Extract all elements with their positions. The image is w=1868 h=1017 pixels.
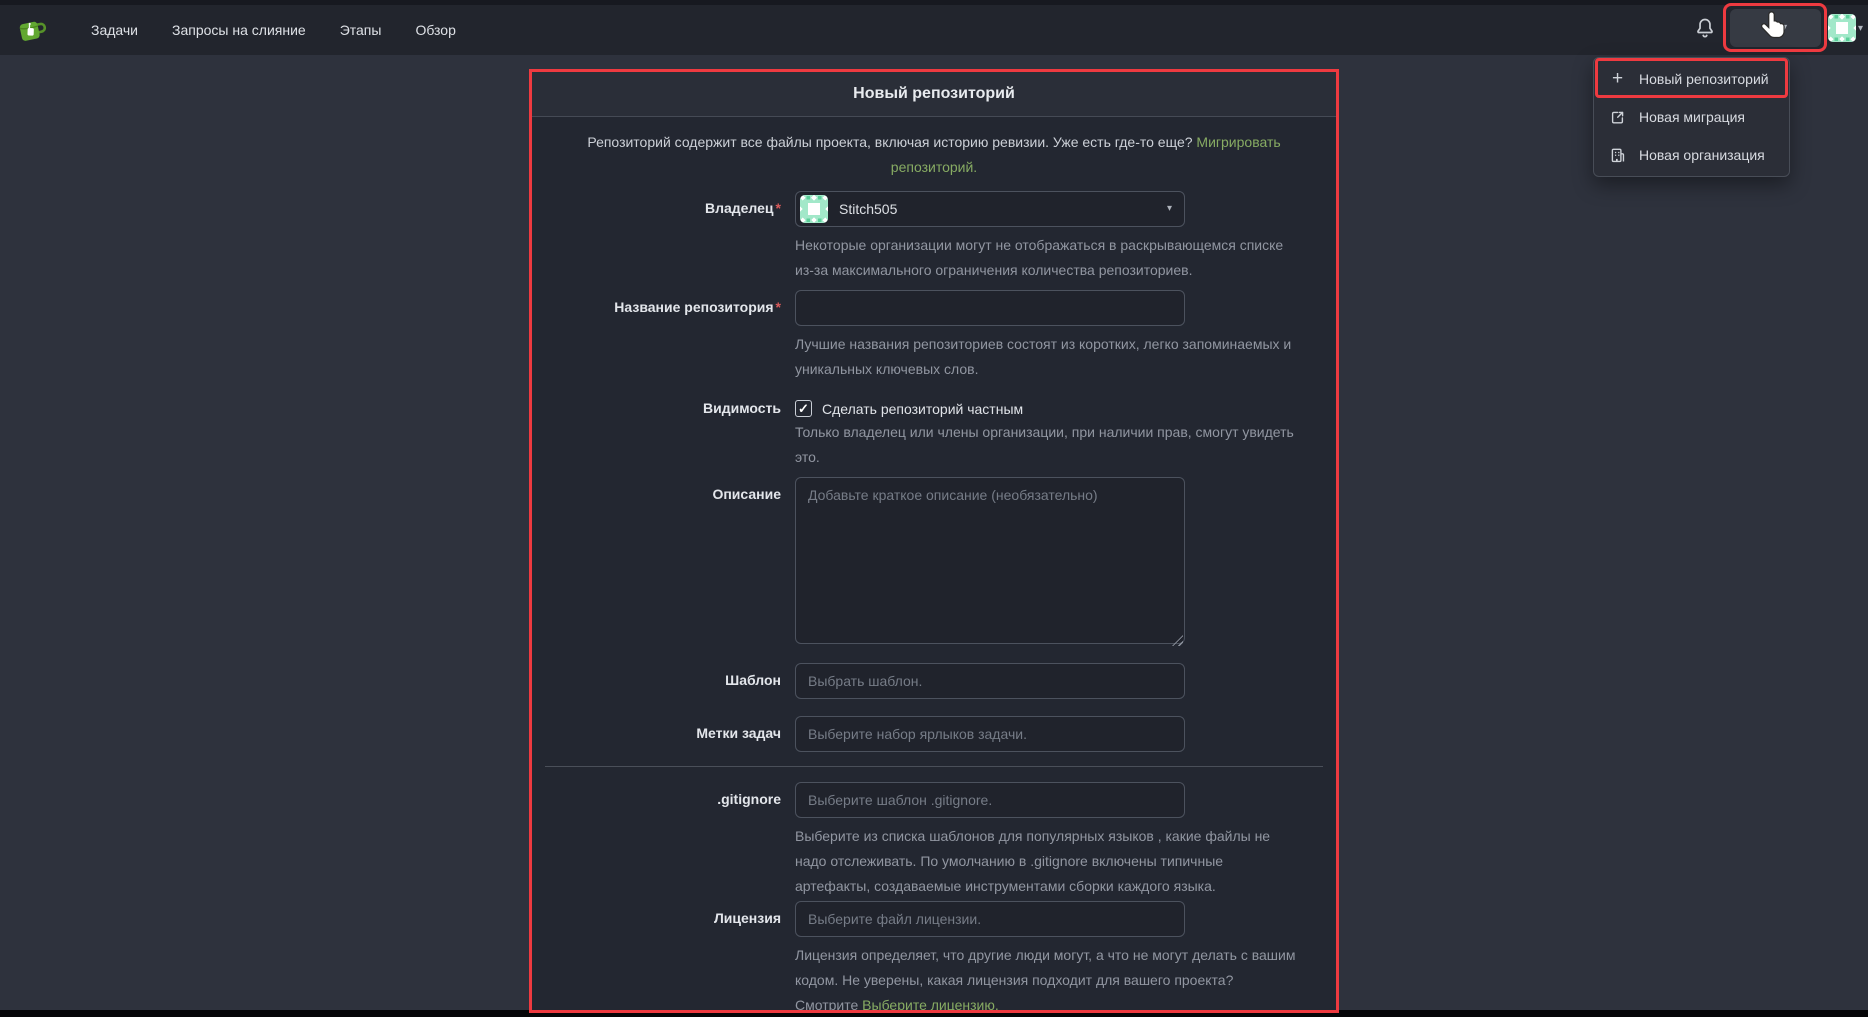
page-title: Новый репозиторий xyxy=(532,72,1336,117)
required-asterisk: * xyxy=(776,299,781,315)
template-row: Шаблон xyxy=(532,663,1336,699)
organization-icon xyxy=(1609,147,1626,164)
repo-name-label: Название репозитория* xyxy=(532,290,795,315)
navbar: Задачи Запросы на слияние Этапы Обзор xyxy=(0,0,1868,55)
repo-name-row: Название репозитория* Лучшие названия ре… xyxy=(532,290,1336,382)
gitignore-help-text: Выберите из списка шаблонов для популярн… xyxy=(795,824,1300,899)
plus-icon: + xyxy=(1609,70,1626,87)
visibility-label: Видимость xyxy=(532,393,795,416)
create-new-dropdown-menu: + Новый репозиторий Новая миграция Новая… xyxy=(1593,57,1790,177)
plus-icon: + xyxy=(1764,17,1776,38)
owner-value: Stitch505 xyxy=(839,201,897,217)
owner-help-text: Некоторые организации могут не отображат… xyxy=(795,233,1300,283)
owner-label-text: Владелец xyxy=(705,200,774,216)
issue-labels-row: Метки задач xyxy=(532,716,1336,752)
menu-item-label: Новая организация xyxy=(1639,147,1765,163)
issue-labels-label-text: Метки задач xyxy=(696,725,781,741)
description-row: Описание xyxy=(532,477,1336,649)
new-repository-panel: Новый репозиторий Репозиторий содержит в… xyxy=(532,72,1336,1010)
description-label-text: Описание xyxy=(712,486,781,502)
issue-labels-input[interactable] xyxy=(795,716,1185,752)
menu-item-label: Новая миграция xyxy=(1639,109,1745,125)
owner-select[interactable]: Stitch505 ▾ xyxy=(795,191,1185,227)
menu-item-new-migration[interactable]: Новая миграция xyxy=(1594,98,1789,136)
private-checkbox-label[interactable]: Сделать репозиторий частным xyxy=(822,401,1023,417)
description-label: Описание xyxy=(532,477,795,502)
window-top-edge xyxy=(0,0,1868,5)
section-divider xyxy=(545,766,1323,767)
choose-license-link[interactable]: Выберите лицензию. xyxy=(862,997,999,1010)
window-bottom-edge xyxy=(0,1010,1868,1017)
repo-name-label-text: Название репозитория xyxy=(614,299,773,315)
notifications-bell-icon[interactable] xyxy=(1694,17,1716,39)
menu-item-new-organization[interactable]: Новая организация xyxy=(1594,136,1789,174)
visibility-help-text: Только владелец или члены организации, п… xyxy=(795,420,1300,470)
template-input[interactable] xyxy=(795,663,1185,699)
license-label-text: Лицензия xyxy=(714,910,781,926)
template-label: Шаблон xyxy=(532,663,795,688)
user-menu-chevron-down-icon[interactable]: ▾ xyxy=(1858,24,1863,34)
gitignore-label-text: .gitignore xyxy=(717,791,781,807)
gitea-logo-icon[interactable] xyxy=(14,13,48,47)
repo-name-help-text: Лучшие названия репозиториев состоят из … xyxy=(795,332,1300,382)
visibility-row: Видимость ✓ Сделать репозиторий частным … xyxy=(532,393,1336,470)
license-help-text: Лицензия определяет, что другие люди мог… xyxy=(795,943,1300,1010)
repo-name-input[interactable] xyxy=(795,290,1185,326)
nav-item-issues[interactable]: Задачи xyxy=(74,22,155,38)
license-label: Лицензия xyxy=(532,901,795,926)
nav-item-pull-requests[interactable]: Запросы на слияние xyxy=(155,22,323,38)
gitignore-input[interactable] xyxy=(795,782,1185,818)
visibility-label-text: Видимость xyxy=(703,400,781,416)
template-label-text: Шаблон xyxy=(725,672,781,688)
chevron-down-icon: ▾ xyxy=(1782,23,1787,33)
license-input[interactable] xyxy=(795,901,1185,937)
create-new-button[interactable]: + ▾ xyxy=(1730,9,1821,47)
required-asterisk: * xyxy=(776,200,781,216)
gitignore-label: .gitignore xyxy=(532,782,795,807)
menu-item-label: Новый репозиторий xyxy=(1639,71,1769,87)
intro-text: Репозиторий содержит все файлы проекта, … xyxy=(587,134,1196,150)
gitignore-row: .gitignore Выберите из списка шаблонов д… xyxy=(532,782,1336,899)
issue-labels-label: Метки задач xyxy=(532,716,795,741)
menu-item-new-repository[interactable]: + Новый репозиторий xyxy=(1594,60,1789,98)
migration-icon xyxy=(1609,109,1626,126)
nav-item-milestones[interactable]: Этапы xyxy=(323,22,399,38)
private-checkbox[interactable]: ✓ xyxy=(795,400,812,417)
owner-label: Владелец* xyxy=(532,191,795,216)
user-avatar[interactable] xyxy=(1828,14,1856,42)
owner-avatar xyxy=(800,195,828,223)
description-textarea[interactable] xyxy=(795,477,1185,644)
license-row: Лицензия Лицензия определяет, что другие… xyxy=(532,901,1336,1010)
form-intro-text: Репозиторий содержит все файлы проекта, … xyxy=(532,117,1336,191)
owner-row: Владелец* Stitch505 ▾ Некоторые организа… xyxy=(532,191,1336,283)
chevron-down-icon: ▾ xyxy=(1167,204,1172,214)
nav-item-explore[interactable]: Обзор xyxy=(398,22,472,38)
